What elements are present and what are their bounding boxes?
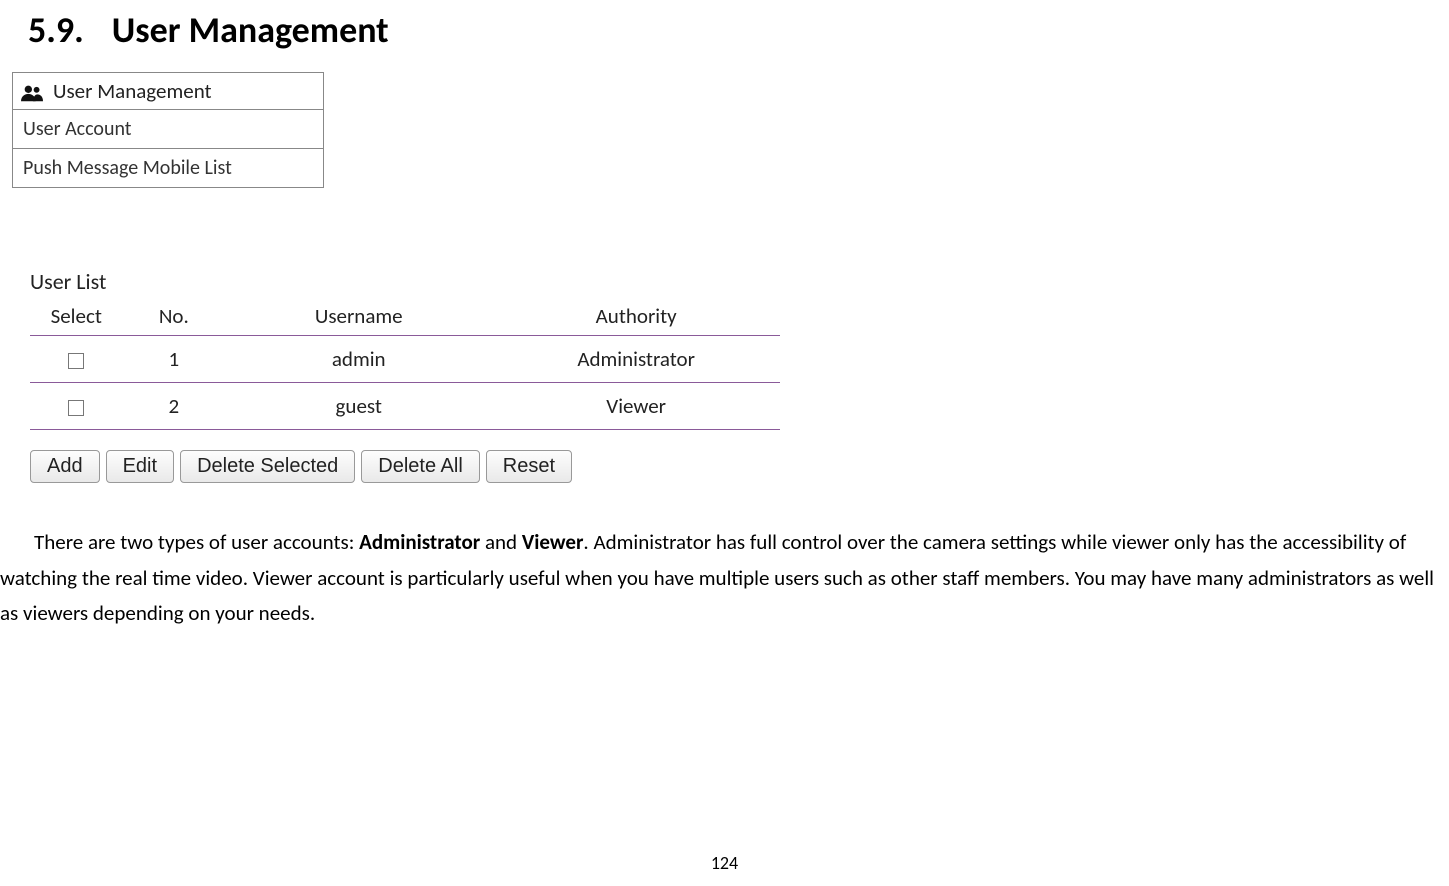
col-header-username: Username [225, 297, 492, 336]
user-list-table: Select No. Username Authority 1 admin Ad… [30, 297, 780, 430]
nav-item-label: User Account [23, 117, 132, 141]
cell-authority: Administrator [492, 336, 780, 383]
table-header-row: Select No. Username Authority [30, 297, 780, 336]
nav-header-label: User Management [53, 78, 212, 104]
button-row: Add Edit Delete Selected Delete All Rese… [30, 450, 780, 483]
row-checkbox[interactable] [68, 353, 84, 369]
nav-panel: User Management User Account Push Messag… [12, 72, 324, 188]
section-heading: 5.9. User Management [28, 8, 1449, 52]
para-text: and [480, 529, 522, 555]
users-icon [21, 82, 43, 100]
cell-authority: Viewer [492, 383, 780, 430]
user-list-title: User List [30, 268, 780, 295]
add-button[interactable]: Add [30, 450, 100, 483]
col-header-no: No. [122, 297, 225, 336]
row-checkbox[interactable] [68, 400, 84, 416]
page-number: 124 [0, 852, 1449, 874]
table-row: 1 admin Administrator [30, 336, 780, 383]
col-header-select: Select [30, 297, 122, 336]
edit-button[interactable]: Edit [106, 450, 174, 483]
cell-no: 2 [122, 383, 225, 430]
description-paragraph: There are two types of user accounts: Ad… [0, 525, 1449, 632]
reset-button[interactable]: Reset [486, 450, 572, 483]
section-title: User Management [112, 8, 389, 52]
para-text: There are two types of user accounts: [34, 529, 359, 555]
nav-header: User Management [13, 73, 323, 110]
para-bold-viewer: Viewer [522, 529, 584, 555]
nav-item-user-account[interactable]: User Account [13, 110, 323, 149]
col-header-authority: Authority [492, 297, 780, 336]
nav-item-push-message[interactable]: Push Message Mobile List [13, 149, 323, 187]
nav-item-label: Push Message Mobile List [23, 156, 232, 180]
delete-all-button[interactable]: Delete All [361, 450, 480, 483]
para-bold-admin: Administrator [359, 529, 480, 555]
cell-username: guest [225, 383, 492, 430]
cell-username: admin [225, 336, 492, 383]
section-number: 5.9. [28, 8, 84, 52]
table-row: 2 guest Viewer [30, 383, 780, 430]
user-list-section: User List Select No. Username Authority … [30, 268, 780, 483]
delete-selected-button[interactable]: Delete Selected [180, 450, 355, 483]
cell-no: 1 [122, 336, 225, 383]
